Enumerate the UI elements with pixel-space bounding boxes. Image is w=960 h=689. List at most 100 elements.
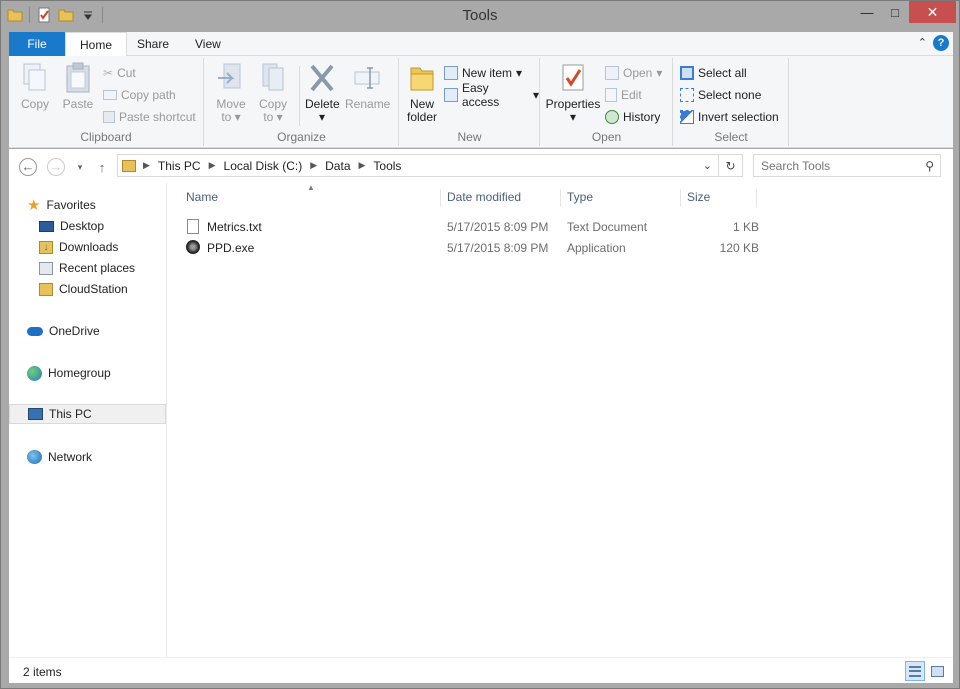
paste-button[interactable]: Paste (59, 62, 97, 111)
select-none-icon (680, 88, 694, 102)
copy-icon (23, 63, 46, 91)
nav-item-recent-places[interactable]: Recent places (39, 258, 135, 278)
paste-shortcut-button[interactable]: Paste shortcut (103, 108, 196, 126)
nav-item-downloads[interactable]: ↓ Downloads (39, 237, 118, 257)
new-group: New folder New item ▾ Easy access ▾ New (400, 58, 540, 146)
paste-shortcut-icon (103, 111, 115, 123)
clipboard-group: Copy Paste ✂ Cut Copy path Paste shortcut… (9, 58, 204, 146)
copy-button[interactable]: Copy (17, 62, 53, 111)
downloads-icon: ↓ (39, 240, 53, 254)
ribbon: Copy Paste ✂ Cut Copy path Paste shortcut… (9, 56, 953, 148)
nav-item-favorites[interactable]: ★ Favorites (27, 195, 96, 215)
large-icons-view-icon (930, 665, 944, 677)
nav-item-homegroup[interactable]: Homegroup (27, 363, 111, 383)
search-input[interactable] (761, 158, 921, 173)
easy-access-icon (444, 88, 458, 102)
item-count: 2 items (23, 665, 62, 679)
folder-icon (122, 159, 136, 172)
homegroup-icon (27, 365, 42, 381)
delete-icon (310, 64, 334, 92)
navigation-pane: ★ Favorites Desktop ↓ Downloads Recent pla… (9, 183, 167, 657)
copy-path-button[interactable]: Copy path (103, 86, 176, 104)
breadcrumb-data[interactable]: Data (320, 159, 355, 173)
title-bar: Tools — □ ✕ (1, 1, 959, 31)
nav-item-cloudstation[interactable]: CloudStation (39, 279, 128, 299)
cut-button[interactable]: ✂ Cut (103, 64, 136, 82)
tab-file[interactable]: File (9, 32, 65, 56)
text-file-icon (187, 219, 199, 237)
file-size: 1 KB (732, 220, 759, 234)
recent-locations-button[interactable]: ▾ (69, 156, 91, 178)
ribbon-tabs: File Home Share View ⌃ ? (9, 32, 953, 57)
refresh-icon[interactable]: ↻ (718, 155, 742, 176)
file-row[interactable]: PPD.exe 5/17/2015 8:09 PM Application 12… (183, 238, 763, 258)
rename-button[interactable]: Rename (345, 62, 390, 111)
file-date: 5/17/2015 8:09 PM (447, 241, 549, 255)
open-icon (605, 66, 619, 80)
edit-button[interactable]: Edit (605, 86, 642, 104)
easy-access-button[interactable]: Easy access ▾ (444, 81, 539, 109)
organize-group-label: Organize (277, 130, 326, 144)
invert-selection-button[interactable]: Invert selection (680, 108, 779, 126)
file-row[interactable]: Metrics.txt 5/17/2015 8:09 PM Text Docum… (183, 217, 763, 237)
help-icon[interactable]: ? (933, 35, 949, 51)
up-arrow-icon: ↑ (98, 159, 106, 175)
nav-item-this-pc[interactable]: This PC (9, 404, 166, 424)
copy-to-button[interactable]: Copy to ▾ (255, 62, 291, 124)
properties-icon (562, 64, 584, 91)
file-size: 120 KB (719, 241, 759, 255)
open-button[interactable]: Open ▾ (605, 64, 662, 82)
select-group: Select all Select none Invert selection … (674, 58, 789, 146)
select-group-label: Select (714, 130, 748, 144)
tab-home[interactable]: Home (65, 32, 128, 57)
new-folder-icon (410, 67, 434, 91)
breadcrumb-this-pc[interactable]: This PC (153, 159, 206, 173)
new-item-button[interactable]: New item ▾ (444, 64, 522, 82)
close-button[interactable]: ✕ (909, 1, 956, 23)
new-folder-button[interactable]: New folder (404, 62, 440, 124)
move-to-button[interactable]: Move to ▾ (213, 62, 249, 124)
new-item-icon (444, 66, 458, 80)
window-controls: — □ ✕ (853, 1, 956, 23)
properties-button[interactable]: Properties ▾ (545, 62, 601, 124)
column-header-type[interactable]: Type (561, 189, 681, 207)
tab-view[interactable]: View (181, 32, 235, 56)
organize-divider (299, 66, 300, 126)
large-icons-view-button[interactable] (927, 661, 947, 681)
cloud-icon (27, 326, 43, 336)
history-button[interactable]: History (605, 108, 660, 126)
back-arrow-icon: ← (19, 158, 37, 176)
collapse-ribbon-icon[interactable]: ⌃ (918, 36, 927, 49)
breadcrumb-tools[interactable]: Tools (368, 159, 406, 173)
maximize-button[interactable]: □ (881, 1, 909, 23)
select-all-button[interactable]: Select all (680, 64, 747, 82)
nav-item-desktop[interactable]: Desktop (39, 216, 104, 236)
file-list: ▲ Name Date modified Type Size Metrics.t… (167, 183, 953, 657)
breadcrumb[interactable]: ▶ This PC ▶ Local Disk (C:) ▶ Data ▶ Too… (117, 154, 743, 177)
up-button[interactable]: ↑ (91, 156, 113, 178)
window-title: Tools (462, 7, 498, 24)
column-header-size[interactable]: Size (681, 189, 757, 207)
select-none-button[interactable]: Select none (680, 86, 761, 104)
rename-icon (354, 67, 380, 89)
back-button[interactable]: ← (17, 156, 39, 178)
column-header-date-modified[interactable]: Date modified (441, 189, 561, 207)
history-icon (605, 110, 619, 124)
minimize-button[interactable]: — (853, 1, 881, 23)
breadcrumb-local-disk[interactable]: Local Disk (C:) (219, 159, 308, 173)
tab-share[interactable]: Share (123, 32, 183, 56)
breadcrumb-separator-icon: ▶ (143, 160, 150, 170)
nav-item-onedrive[interactable]: OneDrive (27, 321, 100, 341)
delete-button[interactable]: Delete ▾ (305, 62, 340, 124)
details-view-button[interactable] (905, 661, 925, 681)
copy-path-icon (103, 90, 117, 100)
file-name: PPD.exe (207, 241, 255, 255)
forward-button[interactable]: → (45, 156, 67, 178)
scissors-icon: ✂ (103, 66, 114, 80)
status-bar: 2 items (9, 657, 953, 683)
nav-item-network[interactable]: Network (27, 447, 92, 467)
search-icon[interactable]: ⚲ (925, 159, 934, 173)
open-group-label: Open (591, 130, 622, 144)
address-dropdown-icon[interactable]: ⌄ (697, 159, 718, 172)
column-header-name[interactable]: Name (180, 189, 441, 207)
